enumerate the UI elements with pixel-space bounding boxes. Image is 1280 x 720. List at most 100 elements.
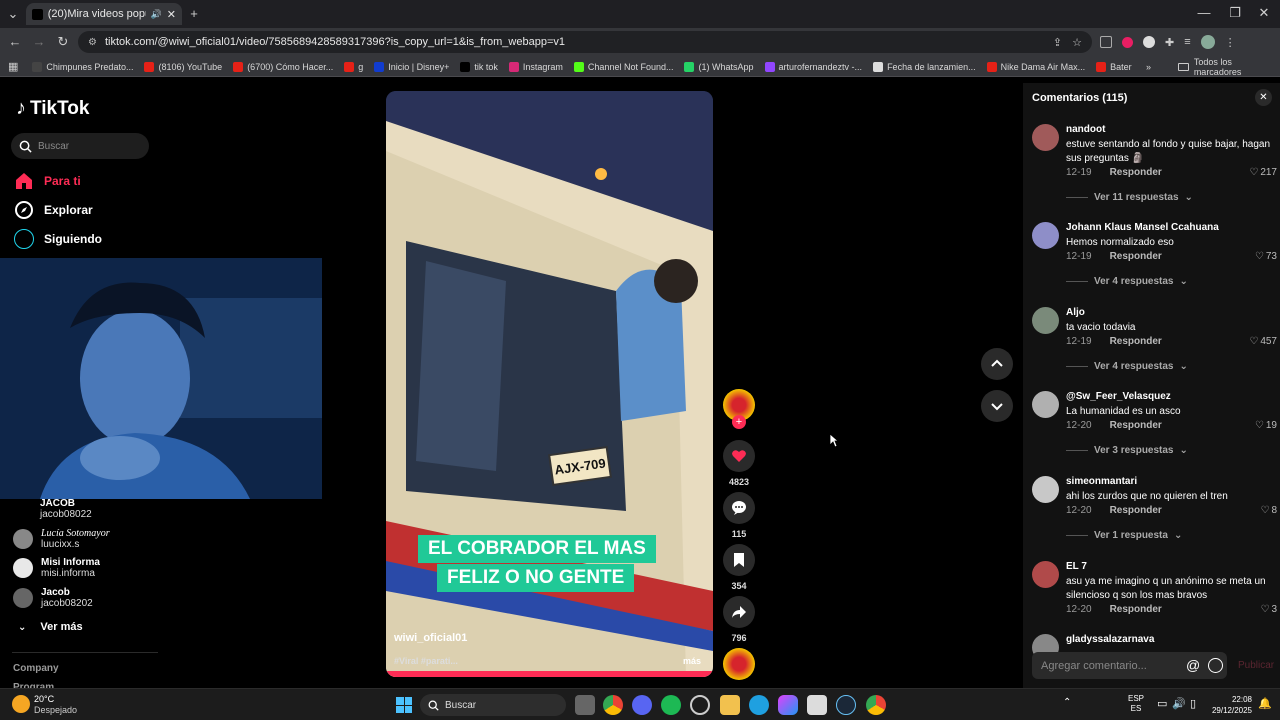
notification-icon[interactable]: 🔔 <box>1258 697 1272 710</box>
avatar[interactable] <box>1032 391 1059 418</box>
bookmark-item[interactable]: tik tok <box>460 61 498 72</box>
profile-avatar[interactable] <box>1200 35 1215 49</box>
bookmark-item[interactable]: Chimpunes Predato... <box>32 61 133 72</box>
minimize-icon[interactable]: — <box>1196 5 1212 20</box>
comment-like-button[interactable]: ♡ 457 <box>1249 336 1277 347</box>
see-more-button[interactable]: ⌄ Ver más <box>18 621 83 633</box>
media-icon[interactable]: ≡ <box>1184 36 1190 48</box>
comment-like-button[interactable]: ♡ 19 <box>1255 420 1277 431</box>
like-action[interactable]: 4823 <box>723 440 755 487</box>
avatar[interactable] <box>1032 561 1059 588</box>
previous-video-button[interactable] <box>981 348 1013 380</box>
bookmark-item[interactable]: arturofernandeztv -... <box>764 61 862 72</box>
bookmark-item[interactable]: Fecha de lanzamien... <box>873 61 976 72</box>
bookmark-item[interactable]: Nike Dama Air Max... <box>986 61 1085 72</box>
share-action[interactable]: 796 <box>723 596 755 643</box>
publish-button[interactable]: Publicar <box>1238 660 1274 671</box>
nav-siguiendo[interactable]: Siguiendo <box>14 229 102 249</box>
comment-user[interactable]: simeonmantari <box>1066 476 1137 487</box>
view-replies-button[interactable]: Ver 1 respuesta ⌄ <box>1066 530 1182 541</box>
avatar[interactable] <box>1032 307 1059 334</box>
more-bookmarks-button[interactable]: » <box>1146 62 1151 72</box>
emoji-icon[interactable] <box>1208 658 1223 673</box>
discord-icon[interactable] <box>632 695 652 715</box>
view-replies-button[interactable]: Ver 4 respuestas ⌄ <box>1066 361 1188 372</box>
all-bookmarks-folder[interactable]: Todos los marcadores <box>1178 57 1280 77</box>
save-button[interactable] <box>723 544 755 576</box>
share-button[interactable] <box>723 596 755 628</box>
comment-button[interactable] <box>723 492 755 524</box>
mention-icon[interactable]: @ <box>1186 657 1200 673</box>
comment-user[interactable]: Johann Klaus Mansel Ccahuana <box>1066 222 1219 233</box>
video-hashtags[interactable]: #Viral #parati... <box>394 656 458 666</box>
view-replies-button[interactable]: Ver 4 respuestas ⌄ <box>1066 276 1188 287</box>
apps-icon[interactable]: ▦ <box>8 60 18 73</box>
bookmark-item[interactable]: (1) WhatsApp <box>684 61 754 72</box>
file-explorer-icon[interactable] <box>720 695 740 715</box>
comment-action[interactable]: 115 <box>723 492 755 539</box>
steam-icon[interactable] <box>836 695 856 715</box>
record-extension-icon[interactable] <box>1122 36 1133 48</box>
reply-button[interactable]: Responder <box>1110 420 1162 431</box>
company-link[interactable]: Company <box>13 663 59 674</box>
browser-tab[interactable]: (20)Mira videos populares 🔊 ✕ <box>26 3 182 25</box>
taskbar-search[interactable]: Buscar <box>420 694 566 716</box>
comment-like-button[interactable]: ♡ 8 <box>1260 505 1277 516</box>
bookmark-item[interactable]: (8106) YouTube <box>144 61 222 72</box>
bookmark-item[interactable]: (6700) Cómo Hacer... <box>233 61 333 72</box>
windows-start-icon[interactable] <box>396 697 412 713</box>
bookmark-item[interactable]: Batería externa Cool... <box>1096 61 1132 72</box>
comment-user[interactable]: @Sw_Feer_Velasquez <box>1066 391 1171 402</box>
tray-chevron-icon[interactable]: ⌃ <box>1063 697 1071 708</box>
reload-icon[interactable]: ↻ <box>55 34 71 50</box>
app-icon[interactable] <box>690 695 710 715</box>
video-author[interactable]: wiwi_oficial01 <box>394 632 467 644</box>
bookmark-star-icon[interactable]: ☆ <box>1072 36 1082 49</box>
close-comments-button[interactable]: ✕ <box>1255 89 1272 106</box>
network-icon[interactable]: ▭ <box>1157 697 1167 710</box>
reply-button[interactable]: Responder <box>1110 604 1162 615</box>
site-info-icon[interactable]: ⚙ <box>88 37 97 48</box>
comment-user[interactable]: gladyssalazarnava <box>1066 634 1154 645</box>
task-view-icon[interactable] <box>575 695 595 715</box>
forward-icon[interactable]: → <box>31 34 47 49</box>
nav-para-ti[interactable]: Para ti <box>14 171 81 191</box>
next-video-button[interactable] <box>981 390 1013 422</box>
comment-like-button[interactable]: ♡ 73 <box>1255 251 1277 262</box>
following-account[interactable]: Jacob jacob08202 <box>13 587 93 609</box>
maximize-icon[interactable]: ❐ <box>1227 5 1243 21</box>
comment-like-button[interactable]: ♡ 3 <box>1260 604 1277 615</box>
view-replies-button[interactable]: Ver 11 respuestas ⌄ <box>1066 192 1193 203</box>
following-account[interactable]: JACOB jacob08022 <box>40 498 92 520</box>
comment-user[interactable]: nandoot <box>1066 124 1105 135</box>
tiktok-logo[interactable]: ♪ TikTok <box>16 97 89 120</box>
store-icon[interactable] <box>807 695 827 715</box>
address-bar[interactable]: ⚙ tiktok.com/@wiwi_oficial01/video/75856… <box>78 31 1092 53</box>
bookmark-item[interactable]: g <box>344 61 363 72</box>
nav-explorar[interactable]: Explorar <box>14 200 93 220</box>
back-icon[interactable]: ← <box>7 34 23 49</box>
comment-user[interactable]: Aljo <box>1066 307 1085 318</box>
clock[interactable]: 22:08 29/12/2025 <box>1206 694 1252 716</box>
volume-icon[interactable]: 🔊 <box>1172 697 1186 710</box>
like-button[interactable] <box>723 440 755 472</box>
puzzle-icon[interactable]: ✚ <box>1165 36 1174 49</box>
reply-button[interactable]: Responder <box>1110 505 1162 516</box>
following-account[interactable]: Lucía Sotomayor luucixx.s <box>13 528 110 550</box>
reply-button[interactable]: Responder <box>1110 336 1162 347</box>
close-tab-icon[interactable]: ✕ <box>167 8 176 21</box>
install-icon[interactable]: ⇪ <box>1053 36 1062 49</box>
speaker-icon[interactable]: 🔊 <box>151 9 162 20</box>
menu-icon[interactable]: ⋮ <box>1225 36 1236 49</box>
avatar[interactable] <box>1032 124 1059 151</box>
search-input[interactable]: Buscar <box>11 133 149 159</box>
save-action[interactable]: 354 <box>723 544 755 591</box>
reply-button[interactable]: Responder <box>1110 167 1162 178</box>
close-window-icon[interactable]: ✕ <box>1256 5 1272 21</box>
following-account[interactable]: Misi Informa misi.informa <box>13 557 100 579</box>
new-tab-button[interactable]: + <box>186 5 202 21</box>
bookmark-item[interactable]: Channel Not Found... <box>573 61 673 72</box>
view-replies-button[interactable]: Ver 3 respuestas ⌄ <box>1066 445 1188 456</box>
extension-icon[interactable] <box>1100 36 1112 48</box>
lang-indicator[interactable]: ESP ES <box>1128 694 1144 714</box>
